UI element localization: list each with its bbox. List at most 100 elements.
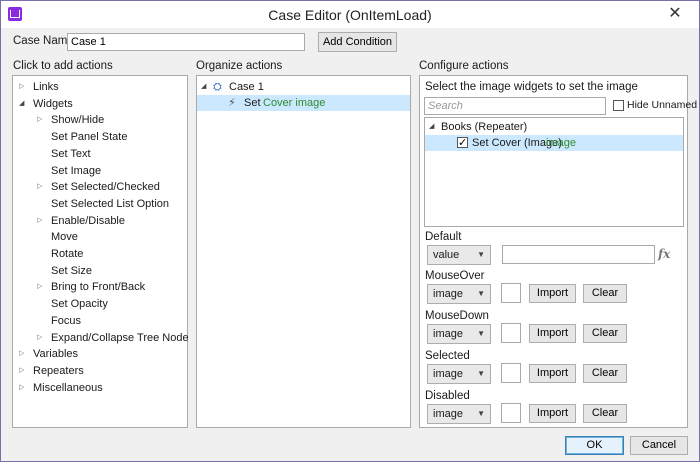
image-preview (501, 283, 521, 303)
repeater-label: Books (Repeater) (441, 121, 528, 133)
tree-item-label: Set Selected List Option (51, 197, 170, 210)
image-preview (501, 363, 521, 383)
actions-tree: ▷ Links ◢ Widgets ▷ Show/Hide Set Panel State S… (12, 75, 189, 428)
tree-item[interactable]: Set Panel State (13, 129, 187, 145)
expanded-triangle-icon: ◢ (201, 83, 207, 90)
tree-item-label: Set Text (51, 147, 91, 160)
widget-row-set-cover[interactable]: Set Cover (Image) image (425, 135, 683, 151)
tree-item[interactable]: Rotate (13, 246, 187, 262)
tree-item-label: Set Size (51, 264, 92, 277)
clear-button[interactable]: Clear (583, 404, 627, 423)
tree-item[interactable]: Set Image (13, 163, 187, 179)
widget-tag: image (546, 137, 576, 149)
import-button[interactable]: Import (529, 284, 576, 303)
tree-item[interactable]: ▷ Repeaters (13, 363, 187, 379)
import-button[interactable]: Import (529, 404, 576, 423)
title-bar: Case Editor (OnItemLoad) ✕ (1, 1, 699, 28)
action-row-set-cover[interactable]: ⚡ Set Cover image (197, 95, 410, 111)
repeater-row[interactable]: ◢ Books (Repeater) (425, 119, 683, 135)
tree-item[interactable]: ▷ Variables (13, 346, 187, 362)
tree-item[interactable]: Focus (13, 313, 187, 329)
import-button[interactable]: Import (529, 364, 576, 383)
widget-tree: ◢ Books (Repeater) Set Cover (Image) ima… (424, 117, 684, 227)
ok-button[interactable]: OK (565, 436, 624, 455)
collapsed-triangle-icon[interactable]: ▷ (37, 213, 42, 229)
case-name-input[interactable]: Case 1 (67, 33, 305, 51)
clear-button[interactable]: Clear (583, 324, 627, 343)
organize-actions-panel: ◢ ⛭ Case 1 ⚡ Set Cover image (196, 75, 411, 428)
state-label: MouseOver (425, 270, 485, 282)
dropdown-value: image (433, 288, 463, 300)
tree-item[interactable]: Move (13, 229, 187, 245)
collapsed-triangle-icon[interactable]: ▷ (19, 79, 24, 95)
tree-item-label: Links (33, 81, 59, 93)
collapsed-triangle-icon[interactable]: ▷ (37, 330, 42, 346)
case-editor-window: Case Editor (OnItemLoad) ✕ Case Name Cas… (0, 0, 700, 462)
tree-item[interactable]: Set Selected List Option (13, 196, 187, 212)
state-type-dropdown[interactable]: value ▼ (427, 245, 491, 265)
hide-unnamed-checkbox[interactable] (613, 100, 624, 111)
tree-item[interactable]: ▷ Expand/Collapse Tree Node (13, 330, 189, 346)
right-heading: Configure actions (419, 60, 509, 72)
case-label: Case 1 (229, 81, 264, 93)
instruction-text: Select the image widgets to set the imag… (425, 81, 638, 93)
fx-icon[interactable]: fx (658, 247, 670, 261)
tree-item-label: Bring to Front/Back (51, 281, 146, 294)
state-type-dropdown[interactable]: image ▼ (427, 324, 491, 344)
case-name-label: Case Name (13, 35, 74, 47)
collapsed-triangle-icon[interactable]: ▷ (19, 346, 24, 362)
chevron-down-icon: ▼ (477, 289, 485, 298)
chevron-down-icon: ▼ (477, 250, 485, 259)
image-preview (501, 323, 521, 343)
tree-item-label: Variables (33, 348, 79, 361)
tree-item[interactable]: ▷ Set Selected/Checked (13, 179, 187, 195)
chevron-down-icon: ▼ (477, 329, 485, 338)
tree-item-label: Rotate (51, 248, 84, 260)
close-icon[interactable]: ✕ (665, 4, 685, 24)
state-type-dropdown[interactable]: image ▼ (427, 404, 491, 424)
collapsed-triangle-icon[interactable]: ▷ (37, 179, 42, 195)
widget-checkbox[interactable] (457, 135, 468, 151)
collapsed-triangle-icon[interactable]: ▷ (37, 112, 42, 128)
action-target: Cover image (263, 97, 326, 109)
configure-actions-panel: Select the image widgets to set the imag… (419, 75, 697, 428)
tree-item-label: Expand/Collapse Tree Node (51, 331, 189, 344)
tree-item[interactable]: ▷ Show/Hide (13, 112, 187, 128)
tree-item-label: Show/Hide (51, 114, 105, 127)
tree-item[interactable]: Set Size (13, 263, 187, 279)
search-input[interactable]: Search (424, 97, 606, 115)
dropdown-value: value (433, 249, 460, 261)
add-condition-button[interactable]: Add Condition (318, 32, 397, 52)
tree-item[interactable]: ▷ Miscellaneous (13, 380, 187, 396)
chevron-down-icon: ▼ (477, 409, 485, 418)
expanded-triangle-icon: ◢ (429, 123, 435, 130)
tree-item-label: Move (51, 231, 78, 244)
state-type-dropdown[interactable]: image ▼ (427, 364, 491, 384)
state-type-dropdown[interactable]: image ▼ (427, 284, 491, 304)
tree-item[interactable]: ▷ Enable/Disable (13, 213, 187, 229)
collapsed-triangle-icon[interactable]: ▷ (19, 363, 24, 379)
case-row[interactable]: ◢ ⛭ Case 1 (197, 79, 410, 95)
tree-item[interactable]: Set Opacity (13, 296, 187, 312)
tree-item[interactable]: Set Text (13, 146, 187, 162)
tree-item-label: Widgets (33, 97, 73, 110)
dropdown-value: image (433, 328, 463, 340)
state-label: MouseDown (425, 310, 489, 322)
tree-item[interactable]: ▷ Bring to Front/Back (13, 279, 187, 295)
tree-item-label: Set Image (51, 164, 102, 177)
tree-item-label: Set Selected/Checked (51, 181, 160, 194)
clear-button[interactable]: Clear (583, 284, 627, 303)
tree-item[interactable]: ◢ Widgets (13, 96, 187, 112)
import-button[interactable]: Import (529, 324, 576, 343)
clear-button[interactable]: Clear (583, 364, 627, 383)
cancel-button[interactable]: Cancel (630, 436, 688, 455)
lightning-icon: ⚡ (228, 97, 236, 109)
tree-item-label: Enable/Disable (51, 214, 125, 227)
default-value-input[interactable] (502, 245, 655, 264)
collapsed-triangle-icon[interactable]: ▷ (37, 279, 42, 295)
left-heading: Click to add actions (13, 60, 113, 72)
state-label: Selected (425, 350, 470, 362)
collapsed-triangle-icon[interactable]: ▷ (19, 380, 24, 396)
tree-item[interactable]: ▷ Links (13, 79, 187, 95)
expanded-triangle-icon[interactable]: ◢ (19, 96, 24, 112)
